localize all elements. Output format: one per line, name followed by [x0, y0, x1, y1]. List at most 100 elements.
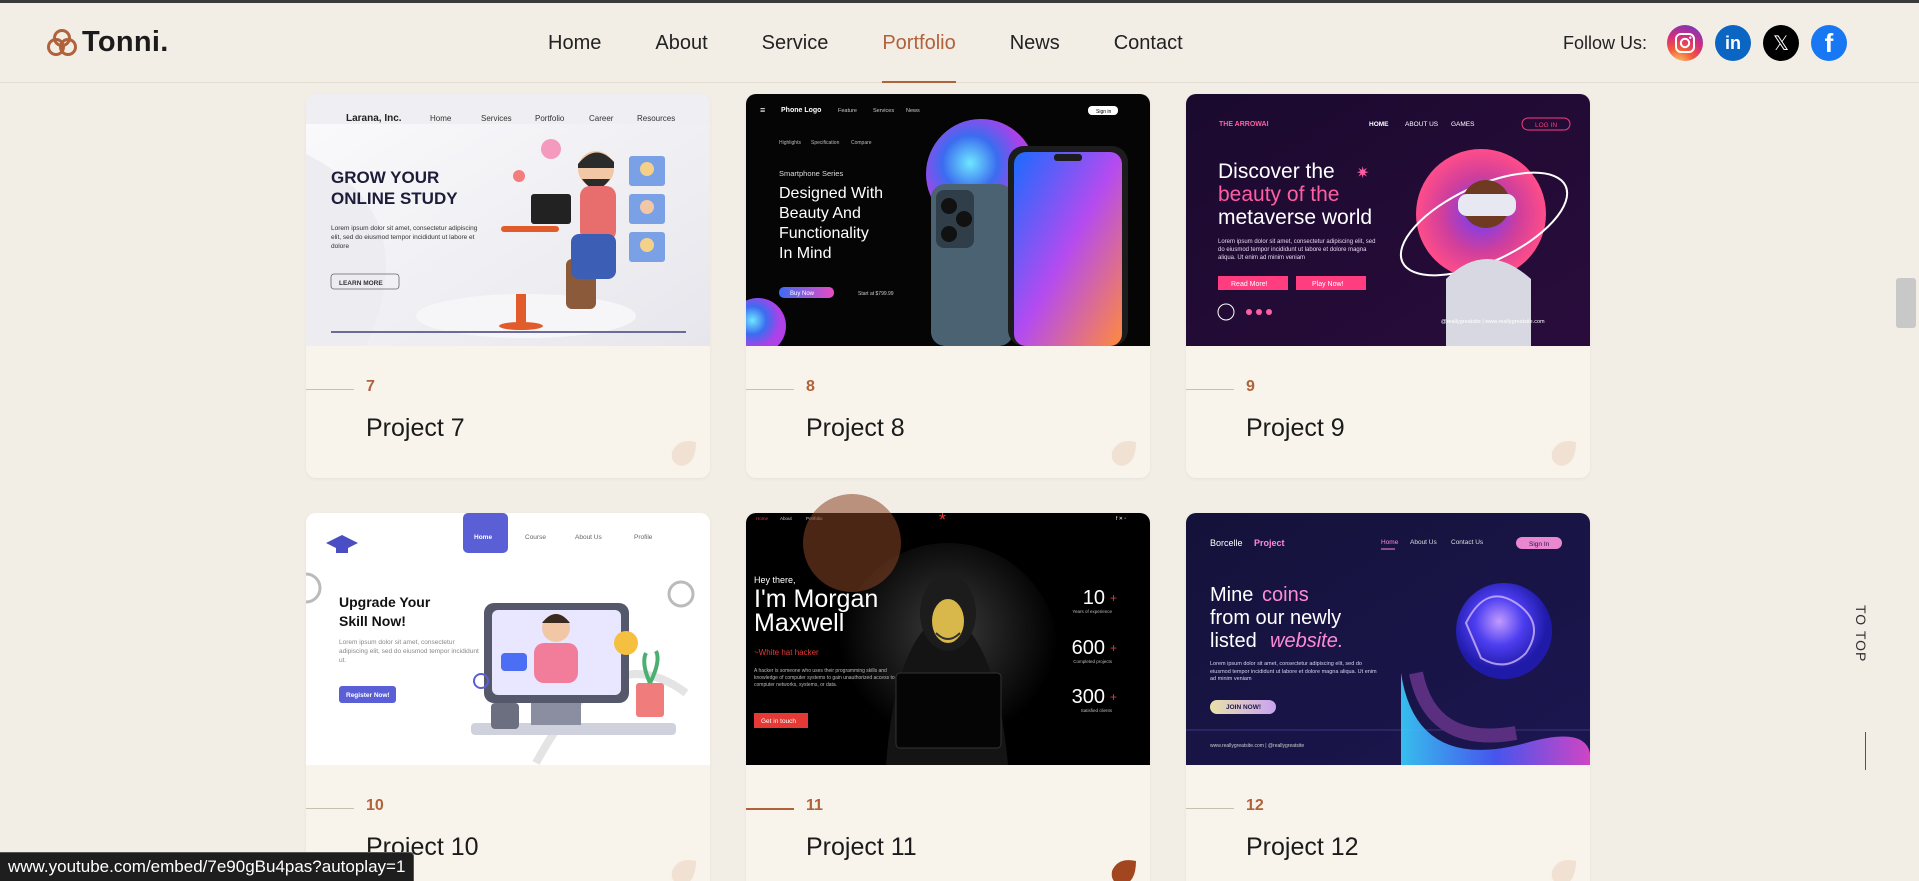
decorative-leaf-icon: [1111, 441, 1136, 466]
instagram-icon[interactable]: [1667, 25, 1704, 61]
t8-price: Start at $799.99: [858, 291, 894, 297]
t12-nav-0: Home: [1381, 539, 1399, 546]
site-header: Tonni. Home About Service Portfolio News…: [0, 3, 1919, 83]
t7-nav-3: Career: [589, 114, 614, 123]
project-thumbnail-8[interactable]: ≡ Phone Logo Feature Services News Sign …: [746, 94, 1150, 346]
t10-nav-2: About Us: [575, 534, 602, 541]
t9-sparkle: ✷: [1356, 165, 1369, 182]
t10-nav-1: Course: [525, 534, 546, 541]
t11-stat-0-label: Years of experience: [1072, 609, 1112, 614]
project-thumbnail-10[interactable]: Home Course About Us Profile Upgrade You…: [306, 513, 710, 765]
nav-service[interactable]: Service: [762, 3, 829, 83]
t8-tab-2: Compare: [851, 140, 872, 146]
t8-nav-1: Services: [873, 108, 894, 114]
t9-nav-2: GAMES: [1451, 121, 1475, 128]
t9-cta-2: Play Now!: [1312, 281, 1344, 288]
project-number: 11: [806, 797, 823, 814]
t12-cta: JOIN NOW!: [1226, 704, 1261, 711]
card-divider-line: [746, 808, 794, 810]
t9-nav-0: HOME: [1369, 121, 1389, 128]
card-divider-line: [746, 389, 794, 390]
follow-label: Follow Us:: [1563, 32, 1648, 53]
decorative-leaf-icon: [671, 441, 696, 466]
project-card-12[interactable]: Borcelle Project Home About Us Contact U…: [1186, 513, 1590, 881]
t8-headline-0: Designed With: [779, 185, 883, 202]
project-thumbnail-9[interactable]: THE ARROWAI HOME ABOUT US GAMES LOG IN D…: [1186, 94, 1590, 346]
linkedin-icon[interactable]: in: [1715, 25, 1752, 61]
t12-footer: www.reallygreatsite.com | @reallygreatsi…: [1210, 743, 1304, 749]
to-top-button[interactable]: TO TOP: [1853, 605, 1869, 662]
page-scrollbar-thumb[interactable]: [1896, 278, 1916, 328]
card-divider-line: [1186, 389, 1234, 390]
x-icon[interactable]: 𝕏: [1763, 25, 1800, 61]
project-info-8: 8 Project 8: [746, 346, 1150, 478]
t7-cta: LEARN MORE: [339, 280, 383, 287]
t10-nav-3: Profile: [634, 534, 653, 541]
t12-brand-1: Borcelle: [1210, 538, 1243, 548]
logo-knot-icon: [47, 28, 77, 56]
project-card-9[interactable]: THE ARROWAI HOME ABOUT US GAMES LOG IN D…: [1186, 94, 1590, 478]
t12-headline-1: Mine: [1210, 584, 1253, 606]
t11-asterisk: *: [939, 513, 946, 530]
t10-headline-1: Upgrade Your: [339, 594, 431, 610]
t12-headline-3: listed: [1210, 630, 1257, 652]
t7-nav-2: Portfolio: [535, 114, 565, 123]
project-title[interactable]: Project 12: [1246, 833, 1359, 862]
t8-cta: Buy Now: [790, 291, 815, 297]
t11-nav-0: Home: [756, 516, 769, 521]
nav-home[interactable]: Home: [548, 3, 601, 83]
project-info-7: 7 Project 7: [306, 346, 710, 478]
card-divider-line: [1186, 808, 1234, 809]
t9-headline-1: beauty of the: [1218, 183, 1339, 206]
logo-text: Tonni.: [82, 26, 169, 58]
project-title[interactable]: Project 11: [806, 833, 917, 862]
project-card-11[interactable]: Home About Portfolio f ✕ ▫ * Hey there, …: [746, 513, 1150, 881]
t8-tab-0: Highlights: [779, 140, 801, 146]
nav-about[interactable]: About: [655, 3, 707, 83]
t12-nav-2: Contact Us: [1451, 539, 1484, 546]
t11-stat-2-label: Satisfied clients: [1081, 708, 1113, 713]
project-thumbnail-12[interactable]: Borcelle Project Home About Us Contact U…: [1186, 513, 1590, 765]
t11-stat-1-label: Completed projects: [1073, 659, 1113, 664]
t10-headline-2: Skill Now!: [339, 613, 406, 629]
t11-stat-1-value: 600: [1072, 637, 1105, 659]
t8-tab-1: Specification: [811, 140, 840, 146]
nav-portfolio[interactable]: Portfolio: [882, 3, 957, 83]
t9-brand: THE ARROWAI: [1219, 121, 1269, 128]
nav-news[interactable]: News: [1010, 3, 1060, 83]
t12-headline-2: from our newly: [1210, 607, 1341, 629]
t9-footer: @reallygreatsite | www.reallygreatsite.c…: [1441, 319, 1545, 325]
t8-headline-3: In Mind: [779, 245, 831, 262]
decorative-leaf-icon: [1111, 860, 1136, 881]
cursor-follower: [803, 494, 901, 592]
project-card-7[interactable]: Larana, Inc. Home Services Portfolio Car…: [306, 94, 710, 478]
project-title[interactable]: Project 8: [806, 414, 905, 443]
project-number: 10: [366, 797, 384, 814]
project-card-8[interactable]: ≡ Phone Logo Feature Services News Sign …: [746, 94, 1150, 478]
nav-contact[interactable]: Contact: [1114, 3, 1183, 83]
t12-signin: Sign In: [1529, 541, 1550, 548]
t8-series: Smartphone Series: [779, 169, 843, 178]
project-number: 9: [1246, 378, 1255, 395]
t11-greeting: Hey there,: [754, 575, 796, 585]
site-logo[interactable]: Tonni.: [46, 26, 169, 59]
t10-cta: Register Now!: [346, 692, 390, 699]
follow-us: Follow Us: in 𝕏 f: [1563, 25, 1848, 61]
t7-headline-1: GROW YOUR: [331, 168, 439, 187]
project-info-9: 9 Project 9: [1186, 346, 1590, 478]
card-divider-line: [306, 389, 354, 390]
t8-brand: Phone Logo: [781, 107, 821, 114]
t11-name-2: Maxwell: [754, 609, 844, 637]
card-divider-line: [306, 808, 354, 809]
project-number: 7: [366, 378, 375, 395]
project-thumbnail-7[interactable]: Larana, Inc. Home Services Portfolio Car…: [306, 94, 710, 346]
project-card-10[interactable]: Home Course About Us Profile Upgrade You…: [306, 513, 710, 881]
t12-headline-1b: coins: [1262, 584, 1309, 606]
to-top-progress-line: [1865, 732, 1866, 770]
project-title[interactable]: Project 9: [1246, 414, 1345, 443]
facebook-icon[interactable]: f: [1811, 25, 1848, 61]
t11-cta: Get in touch: [761, 718, 796, 725]
t9-cta-1: Read More!: [1231, 281, 1268, 288]
project-title[interactable]: Project 7: [366, 414, 465, 443]
t12-headline-3b: website.: [1270, 630, 1343, 652]
